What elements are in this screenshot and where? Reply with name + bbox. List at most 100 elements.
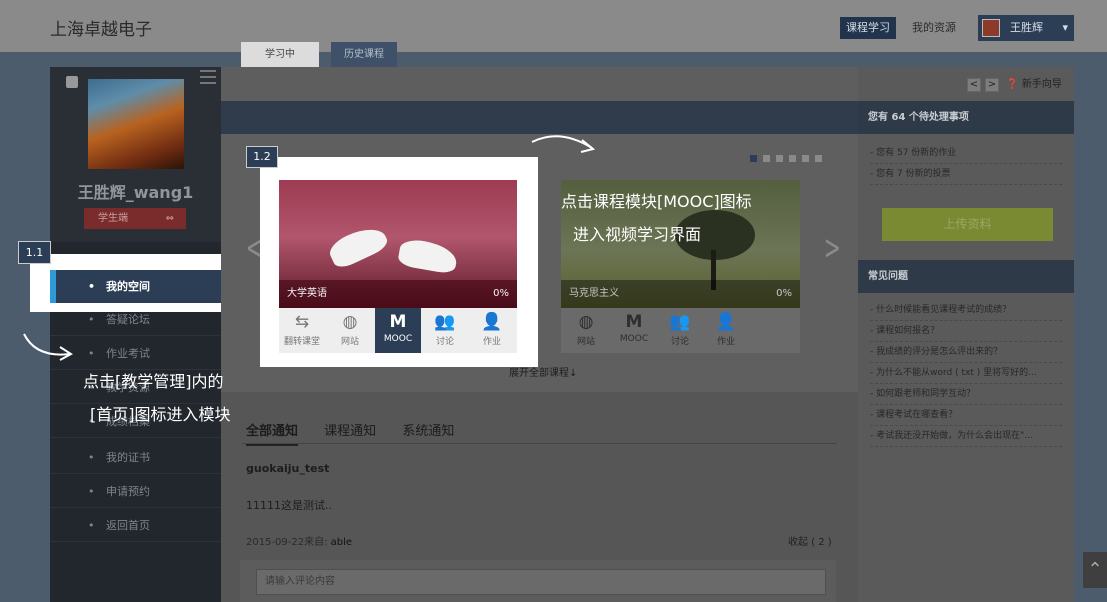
nav-hint-line1: 点击[教学管理]内的 [83, 372, 224, 391]
user-menu[interactable]: 王胜辉 ▾ [978, 15, 1074, 41]
discussion-button[interactable]: 👥 讨论 [422, 308, 468, 353]
course-progress: 0% [493, 288, 509, 299]
carousel-next-icon[interactable]: > [824, 228, 841, 268]
active-indicator [50, 270, 56, 303]
homework-button[interactable]: 👤 作业 [703, 308, 749, 353]
nav-hint-line2: [首页]图标进入模块 [90, 405, 231, 424]
carousel-dot[interactable] [776, 155, 783, 162]
carousel-dot[interactable] [750, 155, 757, 162]
pager-prev-icon[interactable]: < [967, 78, 981, 92]
globe-icon: ◍ [342, 312, 358, 332]
swap-icon: ⇔ [165, 213, 174, 224]
faq-item[interactable]: - 什么时候能看见课程考试的成绩？ [870, 300, 1062, 321]
faq-item[interactable]: - 课程如何报名？ [870, 321, 1062, 342]
help-icon: ❓ [1006, 79, 1019, 90]
faq-item[interactable]: - 为什么不能从word ( txt ) 里将写好的... [870, 363, 1062, 384]
course-progress: 0% [776, 288, 792, 299]
course-name: 马克思主义 [569, 288, 619, 299]
avatar [982, 19, 1000, 37]
carousel-dots[interactable] [750, 152, 828, 165]
faq-item[interactable]: - 考试我还没开始做，为什么会出现在"... [870, 426, 1062, 447]
flip-classroom-button[interactable]: ⇆ 翻转课堂 [279, 308, 325, 353]
course-icon-bar: ⇆ 翻转课堂 ◍ 网站 M MOOC 👥 讨论 👤 作业 [279, 308, 517, 353]
discussion-icon: 👥 [669, 312, 691, 332]
mooc-icon: M [625, 312, 643, 332]
step-badge: 1.2 [246, 146, 278, 168]
mooc-hint-line1: 点击课程模块[MOOC]图标 [561, 192, 752, 211]
brand-title[interactable]: 上海卓越电子 [50, 15, 152, 40]
profile-username: 王胜辉_wang1 [77, 183, 194, 202]
homework-icon: 👤 [715, 312, 737, 332]
homework-icon: 👤 [481, 312, 503, 332]
step-badge: 1.1 [18, 241, 51, 264]
carousel-dot[interactable] [789, 155, 796, 162]
guide-link[interactable]: 新手向导 [1022, 79, 1062, 90]
tab-course-notices[interactable]: 课程通知 [324, 424, 376, 439]
role-label: 学生端 [98, 213, 128, 224]
role-switch-button[interactable]: 学生端 ⇔ [84, 208, 186, 229]
upload-button[interactable]: 上传资料 [882, 208, 1053, 241]
carousel-dot[interactable] [802, 155, 809, 162]
faq-item[interactable]: - 课程考试在哪查看？ [870, 405, 1062, 426]
sidebar-item-appointment[interactable]: • 申请预约 [50, 475, 221, 508]
sidebar-item-label: 我的空间 [106, 280, 150, 293]
notice-tabs: 全部通知 课程通知 系统通知 [246, 420, 476, 446]
sidebar-item-label: 返回首页 [106, 519, 150, 532]
tab-studying[interactable]: 学习中 [241, 42, 319, 67]
sidebar-item-certificates[interactable]: • 我的证书 [50, 441, 221, 474]
mooc-hint-line2: 进入视频学习界面 [573, 225, 702, 244]
faq-item[interactable]: - 如何跟老师和同学互动？ [870, 384, 1062, 405]
content-toolbar [221, 67, 858, 101]
faq-title: 常见问题 [858, 260, 1074, 293]
course-name: 大学英语 [287, 288, 327, 299]
sidebar-item-label: 作业考试 [106, 347, 150, 360]
globe-icon: ◍ [578, 312, 594, 332]
course-caption: 马克思主义 0% [561, 280, 800, 308]
pending-item[interactable]: - 您有 7 份新的投票 [870, 164, 1062, 185]
sidebar-item-label: 我的证书 [106, 451, 150, 464]
tab-history[interactable]: 历史课程 [331, 42, 397, 67]
carousel-dot[interactable] [763, 155, 770, 162]
pager-next-icon[interactable]: > [985, 78, 999, 92]
notice-poster[interactable]: guokaiju_test [246, 462, 329, 475]
scroll-top-icon[interactable]: ⌃ [1083, 552, 1107, 588]
mooc-icon: M [389, 312, 407, 332]
nav-course-study[interactable]: 课程学习 [840, 17, 896, 39]
sidebar-item-label: 答疑论坛 [106, 313, 150, 326]
divider [242, 443, 837, 444]
pending-item[interactable]: - 您有 57 份新的作业 [870, 143, 1062, 164]
course-icon-bar: ◍ 网站 M MOOC 👥 讨论 👤 作业 [561, 308, 800, 353]
notice-author[interactable]: able [331, 537, 352, 548]
arrow-icon [23, 333, 73, 361]
website-button[interactable]: ◍ 网站 [327, 308, 373, 353]
profile-photo [88, 79, 184, 169]
expand-all-courses-link[interactable]: 展开全部课程↓ [509, 364, 577, 379]
arrow-icon [531, 135, 596, 153]
faq-item[interactable]: - 我成绩的评分是怎么评出来的？ [870, 342, 1062, 363]
pending-title: 您有 64 个待处理事项 [858, 101, 1074, 134]
tab-system-notices[interactable]: 系统通知 [402, 424, 454, 439]
sidebar-item-home[interactable]: • 返回首页 [50, 509, 221, 542]
comment-input[interactable]: 请输入评论内容 [256, 569, 826, 595]
pager: < > ❓ 新手向导 [967, 75, 1062, 92]
notice-message: 11111这是测试.. [246, 499, 332, 512]
mooc-button[interactable]: M MOOC [611, 308, 657, 353]
discussion-button[interactable]: 👥 讨论 [657, 308, 703, 353]
sidebar-item-my-space[interactable]: • 我的空间 [50, 270, 225, 303]
user-name: 王胜辉 [1010, 21, 1043, 34]
sidebar-item-label: 申请预约 [106, 485, 150, 498]
chevron-down-icon[interactable]: ▾ [1062, 15, 1068, 41]
collapse-comments-link[interactable]: 收起 ( 2 ) [788, 533, 832, 548]
flip-classroom-icon: ⇆ [294, 312, 310, 332]
nav-my-resources[interactable]: 我的资源 [912, 17, 956, 39]
website-button[interactable]: ◍ 网站 [563, 308, 609, 353]
notice-date: 2015-09-22来自: [246, 537, 331, 548]
homework-button[interactable]: 👤 作业 [469, 308, 515, 353]
menu-icon[interactable] [200, 70, 216, 84]
carousel-dot[interactable] [815, 155, 822, 162]
user-icon[interactable] [66, 76, 78, 88]
course-caption: 大学英语 0% [279, 280, 517, 308]
discussion-icon: 👥 [434, 312, 456, 332]
mooc-button[interactable]: M MOOC [375, 308, 421, 353]
notice-meta: 2015-09-22来自: able [246, 533, 352, 548]
